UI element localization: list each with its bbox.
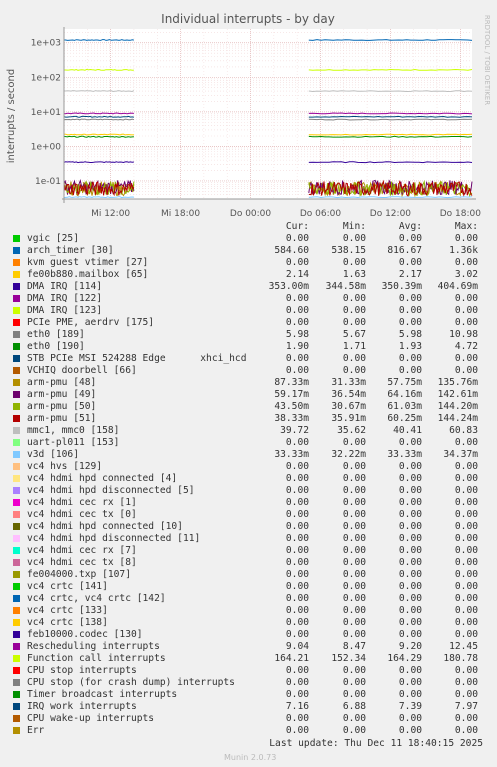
chart: Individual interrupts - by day interrupt… (6, 12, 491, 219)
x-tick-label: Do 12:00 (370, 209, 412, 219)
y-tick-label: 1e+00 (31, 142, 62, 152)
y-tick-label: 1e+01 (31, 108, 61, 118)
x-tick-label: Do 00:00 (230, 209, 272, 219)
y-tick-label: 1e+03 (31, 39, 61, 49)
y-axis-label: interrupts / second (6, 69, 17, 163)
y-tick-label: 1e+02 (31, 73, 61, 83)
x-tick-label: Mi 18:00 (161, 209, 200, 219)
x-tick-label: Do 06:00 (300, 209, 342, 219)
rrdtool-label: RRDTOOL / TOBI OETIKER (483, 15, 491, 105)
y-tick-label: 1e-01 (35, 177, 61, 187)
x-tick-label: Do 18:00 (440, 209, 482, 219)
x-tick-label: Mi 12:00 (91, 209, 130, 219)
chart-title: Individual interrupts - by day (161, 12, 335, 26)
